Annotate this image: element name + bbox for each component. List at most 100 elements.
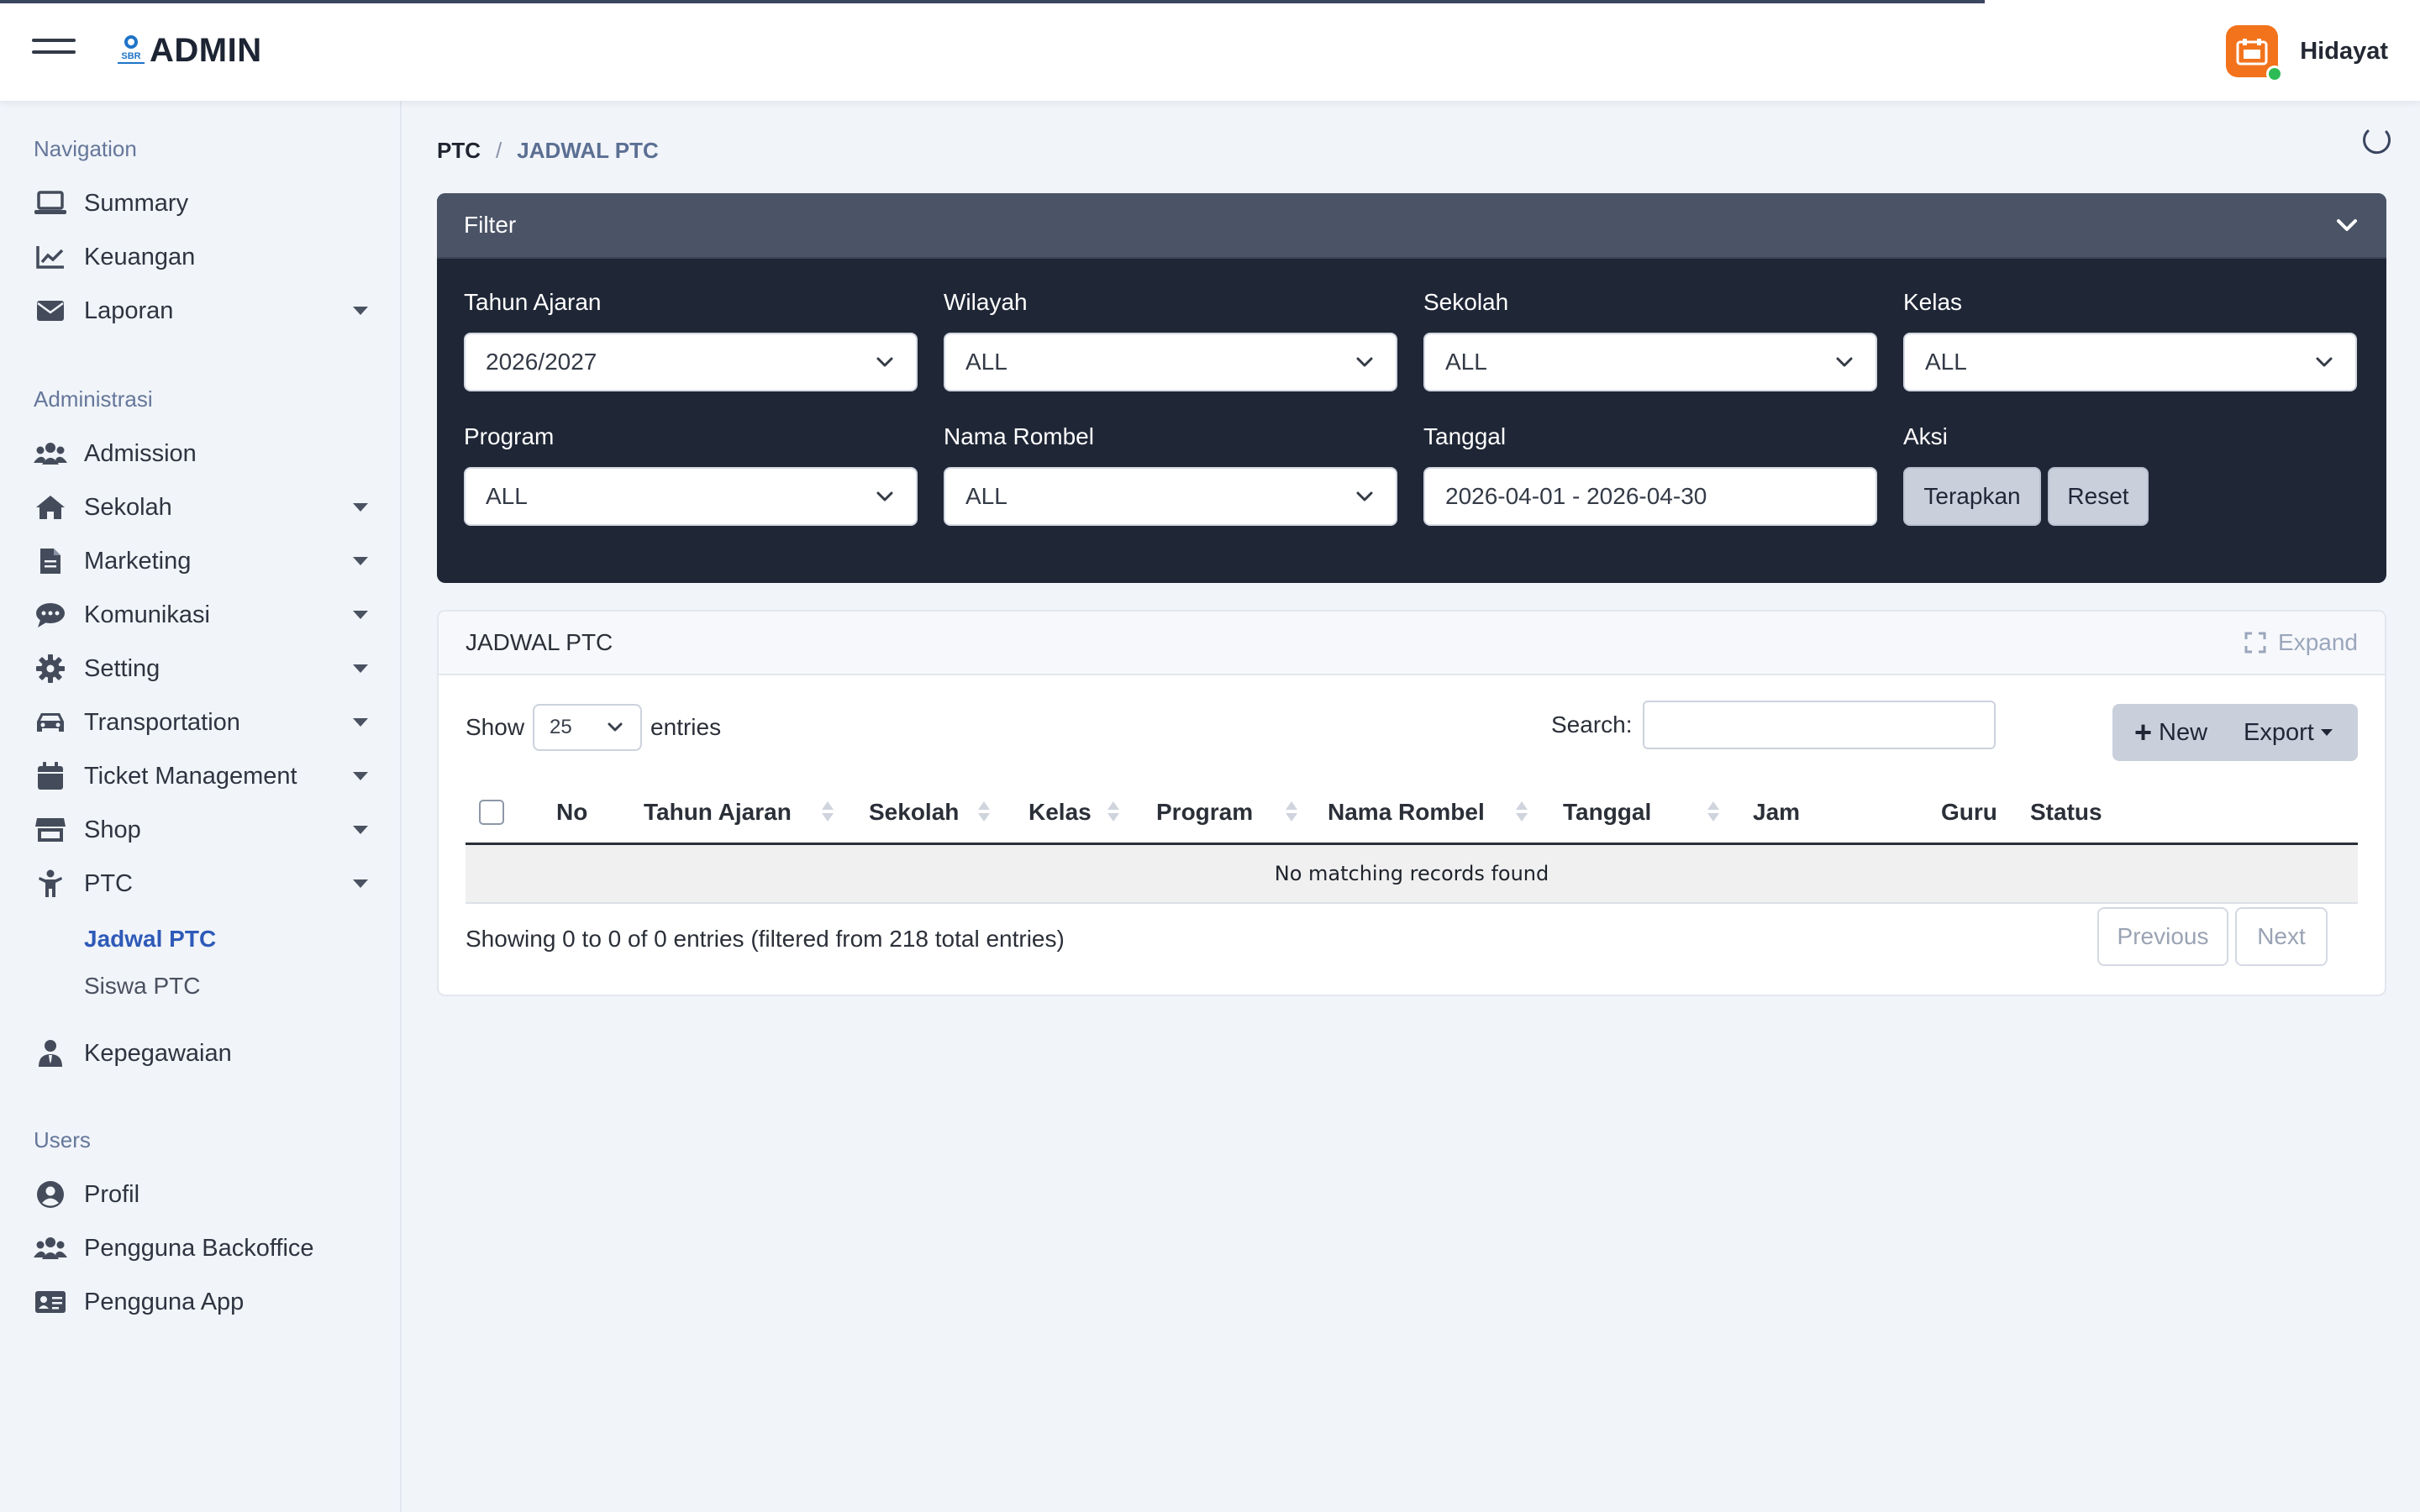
expand-icon [2244, 632, 2266, 654]
breadcrumb-root[interactable]: PTC [437, 138, 481, 164]
chevron-down-icon [1356, 491, 1373, 501]
sidebar-section-administrasi: Administrasi [34, 386, 153, 412]
sidebar-item-label: Profil [84, 1180, 140, 1208]
column-nama-rombel[interactable]: Nama Rombel [1328, 780, 1485, 845]
menu-toggle-icon[interactable] [32, 39, 76, 60]
kelas-select[interactable]: ALL [1903, 333, 2357, 391]
sidebar-item-komunikasi[interactable]: Komunikasi [34, 591, 378, 638]
select-all-checkbox[interactable] [479, 800, 504, 825]
sidebar-item-transportation[interactable]: Transportation [34, 699, 378, 746]
sidebar-subitem-jadwal-ptc[interactable]: Jadwal PTC [84, 926, 216, 953]
show-label: Show [466, 714, 525, 740]
filter-header[interactable]: Filter [437, 193, 2386, 259]
entries-label: entries [650, 714, 722, 740]
tahun-ajaran-label: Tahun Ajaran [464, 289, 602, 315]
sidebar-subitem-siswa-ptc[interactable]: Siswa PTC [84, 973, 200, 1000]
sidebar-item-keuangan[interactable]: Keuangan [34, 234, 378, 281]
column-tahun-ajaran[interactable]: Tahun Ajaran [644, 780, 792, 845]
sidebar-item-label: Shop [84, 816, 141, 843]
column-tanggal[interactable]: Tanggal [1563, 780, 1651, 845]
user-avatar-icon [2236, 39, 2268, 66]
avatar[interactable] [2226, 25, 2284, 82]
terapkan-button[interactable]: Terapkan [1903, 467, 2041, 526]
car-icon [34, 706, 67, 739]
caret-down-icon [353, 307, 368, 315]
column-guru[interactable]: Guru [1941, 780, 1997, 845]
caret-down-icon [2320, 729, 2333, 736]
sidebar-item-summary[interactable]: Summary [34, 180, 378, 227]
search-input[interactable] [1642, 701, 1996, 749]
envelope-icon [34, 294, 67, 328]
sidebar-item-label: Kepegawaian [84, 1039, 232, 1067]
nama-rombel-value: ALL [965, 483, 1007, 509]
jadwal-ptc-card: JADWAL PTC Expand Show 25 entries Search… [437, 610, 2386, 996]
brand-title: ADMIN [150, 32, 262, 69]
table-actions: + New Export [2112, 704, 2358, 761]
program-label: Program [464, 423, 555, 449]
sidebar-item-admission[interactable]: Admission [34, 430, 378, 477]
tanggal-date-range-input[interactable]: 2026-04-01 - 2026-04-30 [1423, 467, 1877, 526]
sidebar-item-label: Keuangan [84, 243, 196, 270]
sort-icon [1707, 801, 1721, 825]
sidebar-item-shop[interactable]: Shop [34, 806, 378, 853]
users-icon [34, 1231, 67, 1265]
user-name[interactable]: Hidayat [2300, 38, 2388, 66]
export-dropdown-button[interactable]: Export [2232, 704, 2333, 761]
kelas-label: Kelas [1903, 289, 1963, 315]
previous-page-button[interactable]: Previous [2097, 907, 2228, 966]
caret-down-icon [353, 611, 368, 619]
expand-label: Expand [2278, 629, 2358, 655]
expand-button[interactable]: Expand [2244, 629, 2358, 656]
column-sekolah[interactable]: Sekolah [869, 780, 959, 845]
sidebar-item-label: Pengguna Backoffice [84, 1234, 314, 1262]
wilayah-select[interactable]: ALL [944, 333, 1397, 391]
breadcrumb-current: JADWAL PTC [517, 138, 659, 163]
sidebar-item-ticket-management[interactable]: Ticket Management [34, 753, 378, 800]
next-page-button[interactable]: Next [2235, 907, 2328, 966]
sidebar-item-label: Laporan [84, 297, 174, 324]
sidebar-section-users: Users [34, 1127, 91, 1152]
nama-rombel-select[interactable]: ALL [944, 467, 1397, 526]
tahun-ajaran-select[interactable]: 2026/2027 [464, 333, 918, 391]
chevron-down-icon [1836, 357, 1853, 367]
new-button[interactable]: + New [2112, 704, 2232, 761]
tahun-ajaran-value: 2026/2027 [486, 349, 597, 375]
chat-bubble-icon [34, 598, 67, 632]
new-label: New [2159, 718, 2208, 746]
sidebar-item-laporan[interactable]: Laporan [34, 287, 378, 334]
sidebar-item-profil[interactable]: Profil [34, 1171, 378, 1218]
column-status[interactable]: Status [2030, 780, 2102, 845]
column-no[interactable]: No [556, 780, 587, 845]
program-select[interactable]: ALL [464, 467, 918, 526]
sidebar-item-pengguna-backoffice[interactable]: Pengguna Backoffice [34, 1225, 378, 1272]
filter-panel: Filter Tahun Ajaran Wilayah Sekolah Kela… [437, 193, 2386, 583]
column-kelas[interactable]: Kelas [1028, 780, 1092, 845]
page-length-control: Show 25 entries [466, 704, 721, 751]
brand-logo[interactable]: SBR ADMIN [113, 34, 262, 67]
page-length-select[interactable]: 25 [533, 704, 643, 751]
user-menu[interactable]: Hidayat [2226, 25, 2388, 82]
column-program[interactable]: Program [1156, 780, 1253, 845]
search-label: Search: [1551, 711, 1633, 738]
reset-button[interactable]: Reset [2048, 467, 2149, 526]
sidebar-item-setting[interactable]: Setting [34, 645, 378, 692]
column-jam[interactable]: Jam [1753, 780, 1800, 845]
sidebar-item-pengguna-app[interactable]: Pengguna App [34, 1278, 378, 1326]
caret-down-icon [353, 718, 368, 727]
online-status-dot [2266, 66, 2284, 82]
tanggal-value: 2026-04-01 - 2026-04-30 [1445, 483, 1707, 509]
chevron-down-icon [1356, 357, 1373, 367]
top-bar: SBR ADMIN Hidayat [0, 0, 2420, 101]
sidebar-item-sekolah[interactable]: Sekolah [34, 484, 378, 531]
sidebar-section-navigation: Navigation [34, 136, 137, 161]
user-circle-icon [34, 1178, 67, 1211]
sidebar-item-marketing[interactable]: Marketing [34, 538, 378, 585]
sort-icon [978, 801, 992, 825]
chevron-down-icon[interactable] [2334, 213, 2360, 238]
sidebar-item-label: Transportation [84, 708, 240, 736]
sidebar-item-ptc[interactable]: PTC [34, 860, 378, 907]
sidebar-item-label: PTC [84, 869, 133, 897]
sekolah-select[interactable]: ALL [1423, 333, 1877, 391]
export-label: Export [2244, 718, 2314, 746]
sidebar-item-kepegawaian[interactable]: Kepegawaian [34, 1030, 378, 1077]
